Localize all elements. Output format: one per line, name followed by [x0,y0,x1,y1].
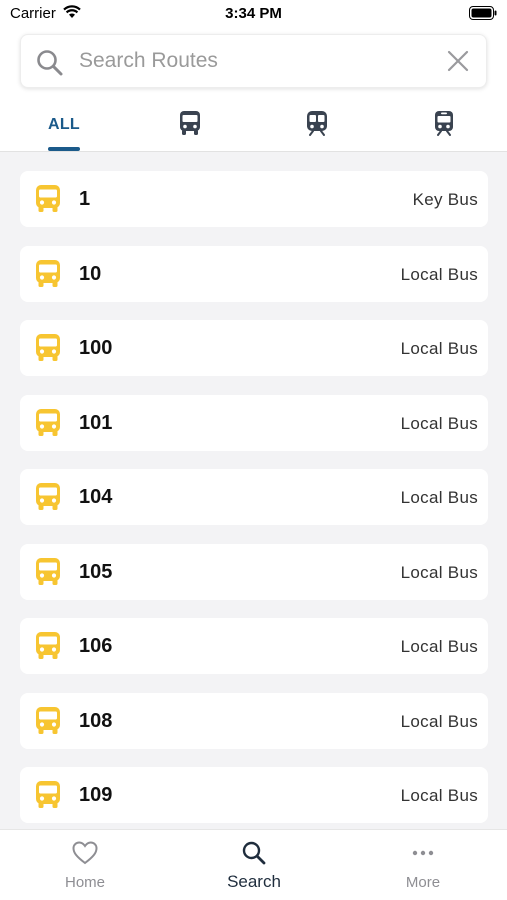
nav-search-label: Search [227,872,281,891]
tab-all-label: ALL [47,116,80,133]
search-icon [35,48,65,83]
route-number: 108 [79,709,113,732]
route-number: 101 [79,411,113,434]
clock-time: 3:34 PM [225,5,282,22]
route-type: Local Bus [400,339,478,358]
route-type: Local Bus [400,637,478,656]
bus-icon [34,631,62,666]
bus-icon [34,333,62,368]
route-number: 109 [79,784,113,806]
route-list-item[interactable]: 104 Local Bus [20,469,488,525]
search-input[interactable] [79,35,429,87]
route-number: 105 [79,560,113,583]
tab-all[interactable]: ALL [24,98,104,152]
header: ALL [0,28,507,152]
route-number: 100 [79,337,113,359]
tab-bus[interactable] [150,98,230,152]
bus-icon [34,259,62,294]
route-type: Local Bus [400,488,478,507]
nav-more-label: More [405,874,441,891]
subway-icon [305,110,329,141]
route-list-item[interactable]: 1 Key Bus [20,171,488,227]
search-icon [194,840,314,866]
more-dots-icon [363,840,483,866]
route-type-tabs: ALL [0,98,507,152]
search-bar [20,34,487,88]
nav-search[interactable]: Search [194,830,314,900]
route-list-item[interactable]: 101 Local Bus [20,394,488,451]
route-type: Local Bus [400,562,478,582]
nav-home-label: Home [64,874,105,891]
route-number: 106 [79,635,113,657]
route-list-item[interactable]: 105 Local Bus [20,543,488,600]
route-number: 10 [79,262,102,285]
close-icon[interactable] [446,49,470,78]
bus-icon [34,184,62,219]
train-icon [432,110,456,141]
bus-icon [178,110,202,141]
heart-icon [25,840,145,866]
route-list-item[interactable]: 10 Local Bus [20,245,488,302]
bottom-nav: Home Search More [0,829,507,900]
route-number: 104 [79,486,113,508]
route-type: Local Bus [400,264,478,284]
route-list-item[interactable]: 106 Local Bus [20,618,488,674]
tab-train[interactable] [404,98,484,152]
route-list: 1 Key Bus 10 Local Bus 100 Local Bus 101 Local … [0,152,507,829]
active-tab-indicator [48,147,80,151]
route-list-item[interactable]: 100 Local Bus [20,320,488,376]
bus-icon [34,408,62,443]
battery-icon [469,6,497,25]
nav-more[interactable]: More [363,830,483,900]
route-type: Local Bus [400,786,478,805]
tab-subway[interactable] [277,98,357,152]
bus-icon [34,482,62,517]
nav-home[interactable]: Home [25,830,145,900]
route-number: 1 [79,188,91,210]
status-bar: Carrier 3:34 PM [0,0,507,28]
route-list-item[interactable]: 108 Local Bus [20,692,488,749]
bus-icon [34,557,62,592]
route-type: Local Bus [400,413,478,433]
route-type: Local Bus [400,711,478,731]
route-type: Key Bus [412,190,478,209]
bus-icon [34,706,62,741]
bus-icon [34,780,62,815]
route-list-item[interactable]: 109 Local Bus [20,767,488,823]
